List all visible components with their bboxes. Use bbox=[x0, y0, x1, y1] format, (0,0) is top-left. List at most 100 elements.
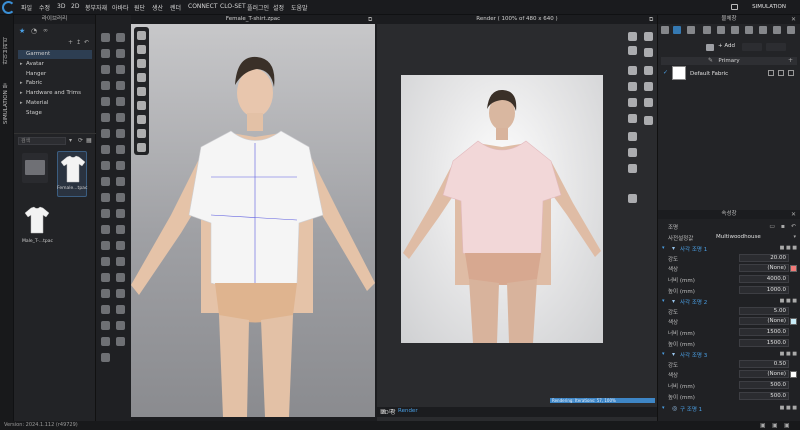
collapse-arrow-icon[interactable]: ▾ bbox=[662, 405, 665, 411]
tree-item-garment[interactable]: Garment bbox=[18, 50, 92, 59]
fabric-name[interactable]: Default Fabric bbox=[690, 71, 728, 77]
property-icon[interactable] bbox=[687, 26, 695, 34]
tool-icon[interactable] bbox=[101, 337, 110, 346]
display-mode-icon[interactable] bbox=[137, 87, 146, 96]
collapse-arrow-icon[interactable]: ▾ bbox=[662, 245, 665, 251]
tree-item-fabric[interactable]: ▸ Fabric bbox=[18, 79, 92, 88]
width-input[interactable]: 4000.0 bbox=[739, 275, 789, 283]
tool-icon[interactable] bbox=[116, 209, 125, 218]
light-options-icon[interactable]: ■ ■ ■ bbox=[780, 245, 797, 251]
collapse-arrow-icon[interactable]: ▾ bbox=[662, 351, 665, 357]
tool-icon[interactable] bbox=[116, 97, 125, 106]
fabric-tab-icon[interactable] bbox=[673, 26, 681, 34]
tool-icon[interactable] bbox=[116, 305, 125, 314]
recent-icon[interactable]: ◔ bbox=[31, 27, 37, 35]
render-tool-icon[interactable] bbox=[628, 194, 637, 203]
add-icon[interactable]: + bbox=[788, 57, 793, 64]
render-tool-icon[interactable] bbox=[628, 98, 637, 107]
color-input[interactable]: (None) bbox=[739, 317, 789, 325]
menu-settings[interactable]: 설정 bbox=[273, 3, 284, 12]
status-icon[interactable]: ▣ bbox=[760, 422, 766, 429]
light-header-row[interactable]: ▾ ◎ 구 조명 1 ■ ■ ■ bbox=[658, 404, 800, 414]
display-mode-icon[interactable] bbox=[137, 143, 146, 152]
tool-icon[interactable] bbox=[101, 49, 110, 58]
tool-icon[interactable] bbox=[116, 145, 125, 154]
fabric-select-icon[interactable] bbox=[778, 70, 784, 76]
edit-pencil-icon[interactable]: ✎ bbox=[708, 57, 713, 64]
color-input[interactable]: (None) bbox=[739, 370, 789, 378]
tool-icon[interactable] bbox=[116, 177, 125, 186]
display-mode-icon[interactable] bbox=[137, 45, 146, 54]
render-tool-icon[interactable] bbox=[644, 82, 653, 91]
width-input[interactable]: 500.0 bbox=[739, 381, 789, 389]
menu-render[interactable]: 렌더 bbox=[170, 3, 181, 12]
scene-icon[interactable] bbox=[661, 26, 669, 34]
tool-icon[interactable] bbox=[101, 241, 110, 250]
fabric-swatch[interactable] bbox=[672, 66, 686, 80]
tool-icon[interactable] bbox=[101, 225, 110, 234]
render-tool-icon[interactable] bbox=[628, 132, 637, 141]
color-input[interactable]: (None) bbox=[739, 264, 789, 272]
menu-fabric[interactable]: 원단 bbox=[134, 3, 145, 12]
folder-icon[interactable] bbox=[706, 44, 714, 51]
tool-icon[interactable] bbox=[116, 193, 125, 202]
tool-icon[interactable] bbox=[101, 113, 110, 122]
tool-icon[interactable] bbox=[101, 289, 110, 298]
tool-icon[interactable] bbox=[116, 33, 125, 42]
tree-item-avatar[interactable]: ▸ Avatar bbox=[18, 60, 92, 69]
intensity-input[interactable]: 5.00 bbox=[739, 307, 789, 315]
menu-help[interactable]: 도움말 bbox=[291, 3, 308, 12]
tool-icon[interactable] bbox=[101, 97, 110, 106]
up-arrow-icon[interactable]: ↥ bbox=[76, 39, 81, 46]
tool-icon[interactable] bbox=[116, 113, 125, 122]
status-icon[interactable]: ▣ bbox=[784, 422, 790, 429]
folder-thumb[interactable] bbox=[22, 153, 48, 183]
camera-icon[interactable] bbox=[787, 26, 795, 34]
tab-simulation-view[interactable]: SIMULATION 뷰 bbox=[2, 83, 10, 124]
library-search-input[interactable]: 검색 bbox=[18, 137, 66, 145]
tool-icon[interactable] bbox=[116, 241, 125, 250]
back-arrow-icon[interactable]: ↶ bbox=[84, 39, 89, 46]
light-options-icon[interactable]: ■ ■ ■ bbox=[780, 351, 797, 357]
menu-clo-set[interactable]: CLO-SET bbox=[220, 3, 246, 10]
tool-icon[interactable] bbox=[116, 337, 125, 346]
3d-viewport[interactable] bbox=[131, 15, 375, 417]
graphic-icon[interactable] bbox=[703, 26, 711, 34]
display-mode-icon[interactable] bbox=[137, 31, 146, 40]
tool-icon[interactable] bbox=[101, 145, 110, 154]
tab-render[interactable]: Render bbox=[398, 408, 418, 414]
tool-icon[interactable] bbox=[116, 321, 125, 330]
chevron-down-icon[interactable]: ▾ bbox=[793, 234, 796, 240]
zipper-icon[interactable] bbox=[745, 26, 753, 34]
filter-icon[interactable]: ▾ bbox=[69, 137, 72, 144]
tool-icon[interactable] bbox=[116, 161, 125, 170]
tool-icon[interactable] bbox=[101, 81, 110, 90]
render-tool-icon[interactable] bbox=[628, 164, 637, 173]
display-mode-icon[interactable] bbox=[137, 59, 146, 68]
delete-button[interactable] bbox=[766, 43, 786, 51]
height-input[interactable]: 1500.0 bbox=[739, 339, 789, 347]
render-tool-icon[interactable] bbox=[644, 116, 653, 125]
reset-icon[interactable]: ↶ bbox=[791, 223, 796, 230]
tool-icon[interactable] bbox=[116, 49, 125, 58]
tool-icon[interactable] bbox=[116, 273, 125, 282]
tool-icon[interactable] bbox=[101, 129, 110, 138]
maximize-icon[interactable]: ⧉ bbox=[649, 16, 653, 24]
render-tool-icon[interactable] bbox=[628, 66, 637, 75]
render-tool-icon[interactable] bbox=[644, 98, 653, 107]
add-folder-icon[interactable]: + bbox=[68, 39, 73, 46]
tool-icon[interactable] bbox=[101, 353, 110, 362]
color-swatch[interactable] bbox=[790, 265, 797, 272]
tool-icon[interactable] bbox=[101, 273, 110, 282]
render-tool-icon[interactable] bbox=[628, 46, 637, 55]
maximize-icon[interactable]: ⧉ bbox=[368, 16, 372, 24]
favorites-star-icon[interactable]: ★ bbox=[19, 27, 25, 35]
close-icon[interactable]: ✕ bbox=[791, 211, 796, 218]
tool-icon[interactable] bbox=[116, 129, 125, 138]
render-tool-icon[interactable] bbox=[628, 32, 637, 41]
avatar-icon[interactable] bbox=[773, 26, 781, 34]
render-tool-icon[interactable] bbox=[628, 114, 637, 123]
tool-icon[interactable] bbox=[101, 161, 110, 170]
menu-connect[interactable]: CONNECT bbox=[188, 3, 218, 10]
render-tool-icon[interactable] bbox=[644, 48, 653, 57]
